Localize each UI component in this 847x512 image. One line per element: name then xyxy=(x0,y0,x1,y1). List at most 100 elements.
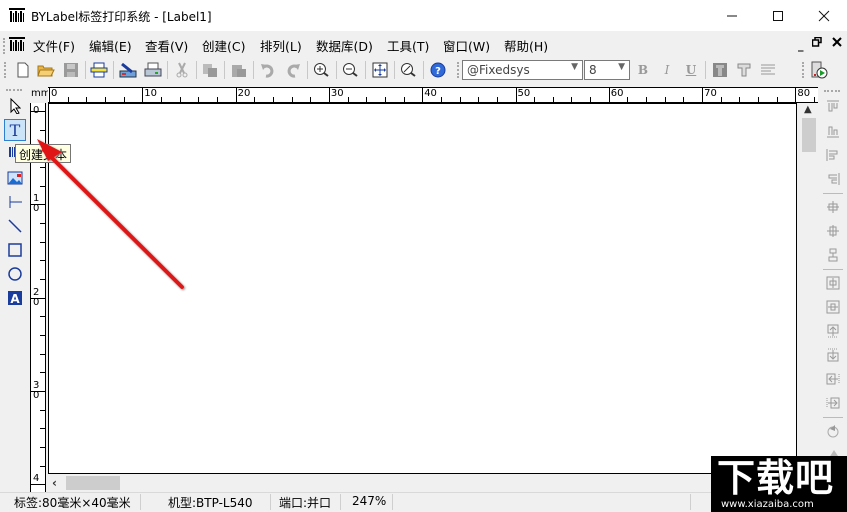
printer-setup-button[interactable] xyxy=(118,60,138,80)
move-bottom-button[interactable] xyxy=(824,346,842,364)
pointer-arrow-icon xyxy=(10,98,21,114)
fit-page-button[interactable] xyxy=(370,60,390,80)
drawing-toolbar-grip[interactable] xyxy=(6,89,22,91)
image-tool-button[interactable] xyxy=(4,167,26,189)
menu-arrange[interactable]: 排列(L) xyxy=(260,36,302,55)
label-canvas[interactable] xyxy=(48,103,797,474)
mdi-restore-button[interactable] xyxy=(811,36,822,50)
hline-icon xyxy=(9,196,22,208)
move-right-button[interactable] xyxy=(824,394,842,412)
menu-tools[interactable]: 工具(T) xyxy=(387,36,429,55)
minimize-button[interactable] xyxy=(709,0,755,31)
horizontal-scrollbar[interactable] xyxy=(48,474,800,492)
center-vertical-button[interactable] xyxy=(824,198,842,216)
svg-text:A: A xyxy=(10,292,20,306)
ruler-tick xyxy=(40,334,45,336)
italic-button[interactable]: I xyxy=(657,60,677,80)
menubar-grip[interactable] xyxy=(3,38,5,54)
move-top-button[interactable] xyxy=(824,322,842,340)
center-horizontal-button[interactable] xyxy=(824,222,842,240)
open-button[interactable] xyxy=(36,60,56,80)
ruler-tick xyxy=(384,97,386,102)
print-toolbar-grip[interactable] xyxy=(802,62,804,78)
vertical-scroll-thumb[interactable] xyxy=(802,118,816,152)
align-top-button[interactable] xyxy=(824,98,842,116)
copy-button[interactable] xyxy=(200,60,220,80)
paste-button[interactable] xyxy=(229,60,249,80)
ruler-tick xyxy=(40,316,45,318)
ruler-tick xyxy=(40,465,45,467)
font-name-select[interactable]: @Fixedsys ▼ xyxy=(462,60,583,80)
align-left-button[interactable] xyxy=(824,146,842,164)
align-right-edge-icon xyxy=(828,173,840,185)
underline-button[interactable]: U xyxy=(681,60,701,80)
ruler-tick xyxy=(646,97,648,102)
page-center-vertical-button[interactable] xyxy=(824,274,842,292)
ruler-tick xyxy=(40,446,45,448)
wordart-tool-button[interactable]: A xyxy=(4,287,26,309)
menu-database[interactable]: 数据库(D) xyxy=(316,36,373,55)
vertical-scrollbar[interactable] xyxy=(800,103,818,475)
ruler-tick xyxy=(608,88,610,102)
print-preview-button[interactable] xyxy=(809,60,829,80)
mdi-close-button[interactable] xyxy=(832,37,842,50)
scroll-up-icon[interactable]: ▲ xyxy=(804,104,812,115)
zoom-custom-button[interactable] xyxy=(399,60,419,80)
ellipse-tool-button[interactable] xyxy=(4,263,26,285)
ruler-label: 10 xyxy=(144,88,158,99)
align-bottom-button[interactable] xyxy=(824,122,842,140)
close-button[interactable] xyxy=(801,0,847,31)
status-zoom: 247% xyxy=(352,494,387,508)
select-tool-button[interactable] xyxy=(4,95,26,117)
menu-create[interactable]: 创建(C) xyxy=(202,36,245,55)
ruler-tick xyxy=(40,222,45,224)
rectangle-tool-button[interactable] xyxy=(4,239,26,261)
menu-help[interactable]: 帮助(H) xyxy=(504,36,548,55)
maximize-button[interactable] xyxy=(755,0,801,31)
page-setup-button[interactable] xyxy=(89,60,109,80)
zoom-in-button[interactable] xyxy=(312,60,332,80)
horizontal-scroll-thumb[interactable] xyxy=(66,476,120,490)
cut-button[interactable] xyxy=(172,60,192,80)
menu-window[interactable]: 窗口(W) xyxy=(443,36,490,55)
toolbar-separator xyxy=(823,269,843,270)
help-button[interactable]: ? xyxy=(428,60,448,80)
redo-button[interactable] xyxy=(283,60,303,80)
zoom-out-icon xyxy=(343,63,358,77)
font-size-select[interactable]: 8 ▼ xyxy=(584,60,630,80)
text-outline-icon xyxy=(737,63,751,77)
ruler-label: 4 xyxy=(33,473,40,485)
hline-tool-button[interactable] xyxy=(4,191,26,213)
toolbar-separator xyxy=(336,61,337,79)
mdi-minimize-button[interactable]: _ xyxy=(798,39,804,52)
text-tool-button[interactable]: T xyxy=(4,119,26,141)
toolbar-grip[interactable] xyxy=(4,62,6,78)
fit-page-icon xyxy=(372,62,388,78)
text-align-button[interactable] xyxy=(758,60,778,80)
ruler-tick xyxy=(142,88,144,102)
save-button[interactable] xyxy=(61,60,81,80)
line-tool-button[interactable] xyxy=(4,215,26,237)
ruler-tick xyxy=(272,97,274,102)
align-right-button[interactable] xyxy=(824,170,842,188)
center-both-button[interactable] xyxy=(824,246,842,264)
new-button[interactable] xyxy=(13,60,33,80)
move-left-button[interactable] xyxy=(824,370,842,388)
alignment-toolbar-grip[interactable] xyxy=(824,90,840,92)
format-toolbar-grip[interactable] xyxy=(457,62,459,78)
menu-view[interactable]: 查看(V) xyxy=(145,36,188,55)
text-outline-button[interactable] xyxy=(734,60,754,80)
undo-button[interactable] xyxy=(258,60,278,80)
print-button[interactable] xyxy=(143,60,163,80)
rotate-button[interactable] xyxy=(824,422,842,440)
zoom-out-button[interactable] xyxy=(341,60,361,80)
horizontal-ruler: 0 10 20 30 40 50 60 70 80 xyxy=(48,87,818,103)
center-vertical-icon xyxy=(827,201,839,213)
menu-edit[interactable]: 编辑(E) xyxy=(89,36,132,55)
text-fill-button[interactable] xyxy=(710,60,730,80)
scroll-left-icon[interactable]: ‹ xyxy=(52,476,57,490)
menu-file[interactable]: 文件(F) xyxy=(33,36,75,55)
ruler-tick xyxy=(571,97,573,102)
bold-button[interactable]: B xyxy=(633,60,653,80)
page-center-horizontal-button[interactable] xyxy=(824,298,842,316)
